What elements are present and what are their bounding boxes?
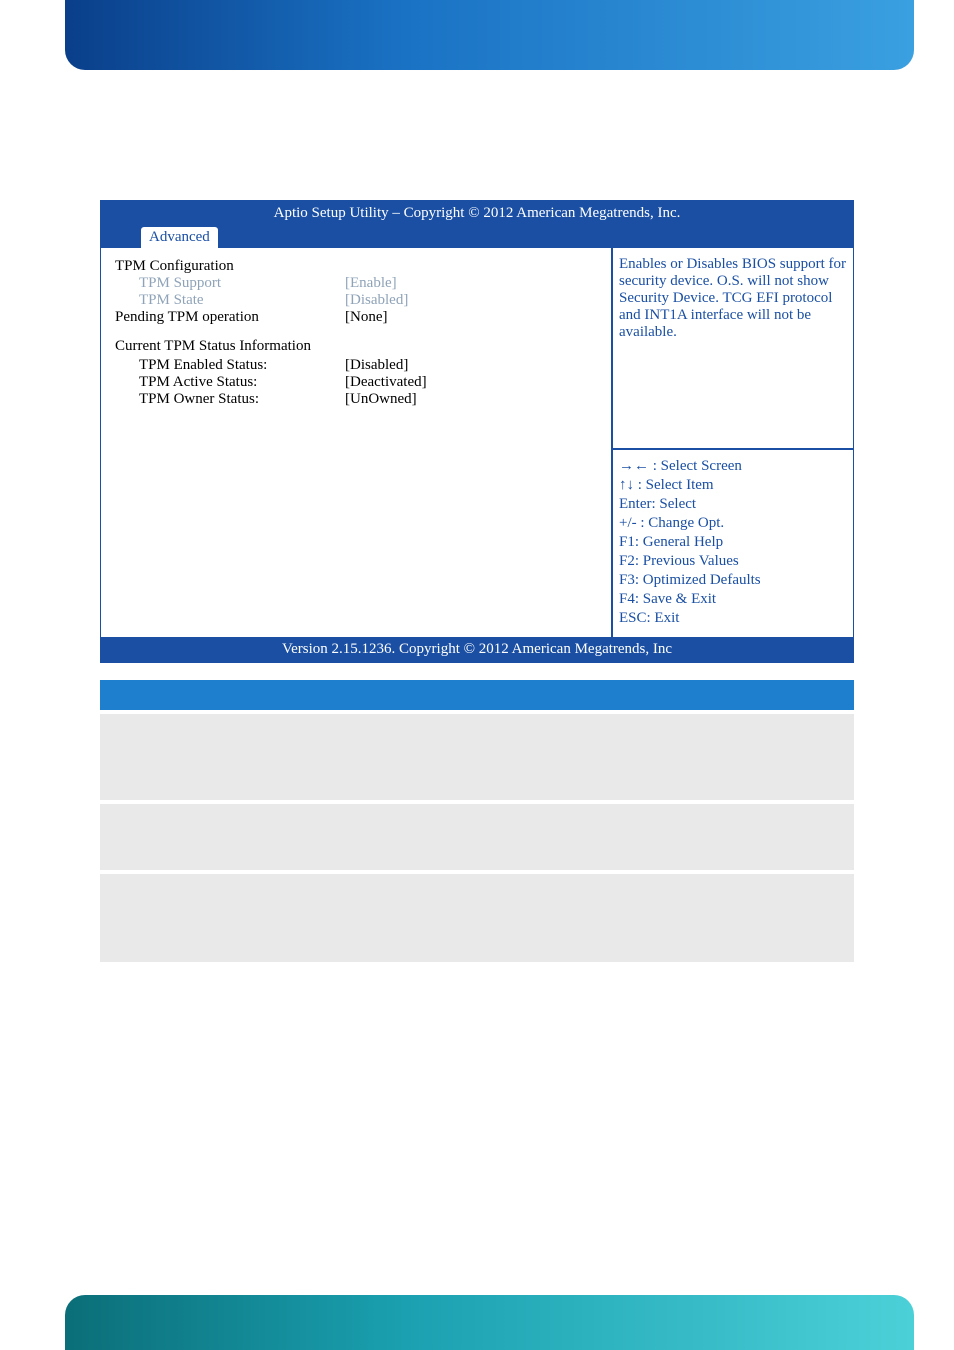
status-value: [Disabled] xyxy=(345,357,408,374)
setting-label: TPM State xyxy=(115,292,345,309)
key-f2: F2: Previous Values xyxy=(619,553,847,570)
status-value: [Deactivated] xyxy=(345,374,427,391)
table-header xyxy=(100,680,280,712)
bios-key-legend: →← : Select Screen ↑↓ : Select Item Ente… xyxy=(613,448,853,637)
bios-window: Aptio Setup Utility – Copyright © 2012 A… xyxy=(100,200,854,663)
key-select-item: ↑↓ : Select Item xyxy=(619,477,847,494)
setting-tpm-support[interactable]: TPM Support [Enable] xyxy=(115,275,605,292)
bios-settings-panel: TPM Configuration TPM Support [Enable] T… xyxy=(101,248,613,637)
bios-footer: Version 2.15.1236. Copyright © 2012 Amer… xyxy=(101,637,853,662)
table-cell xyxy=(280,712,470,802)
status-label: TPM Enabled Status: xyxy=(115,357,345,374)
table-cell xyxy=(470,802,854,872)
setting-value: [Enable] xyxy=(345,275,397,292)
table-row xyxy=(100,712,854,802)
key-f1: F1: General Help xyxy=(619,534,847,551)
bios-titlebar: Aptio Setup Utility – Copyright © 2012 A… xyxy=(101,201,853,224)
bottom-banner xyxy=(65,1295,914,1350)
key-enter: Enter: Select xyxy=(619,496,847,513)
tab-advanced[interactable]: Advanced xyxy=(141,227,218,248)
status-tpm-enabled: TPM Enabled Status: [Disabled] xyxy=(115,357,605,374)
key-f3: F3: Optimized Defaults xyxy=(619,572,847,589)
table-cell xyxy=(280,802,470,872)
top-banner xyxy=(65,0,914,70)
setting-value: [Disabled] xyxy=(345,292,408,309)
status-label: TPM Owner Status: xyxy=(115,391,345,408)
setting-label: Pending TPM operation xyxy=(115,309,345,326)
table-header xyxy=(280,680,470,712)
table-cell xyxy=(470,872,854,962)
setting-tpm-state[interactable]: TPM State [Disabled] xyxy=(115,292,605,309)
setting-value: [None] xyxy=(345,309,387,326)
bios-help-panel: Enables or Disables BIOS support for sec… xyxy=(613,248,853,448)
table-cell xyxy=(100,712,280,802)
setting-label: TPM Support xyxy=(115,275,345,292)
table-row xyxy=(100,872,854,962)
table-cell xyxy=(100,872,280,962)
table-cell xyxy=(280,872,470,962)
table-header xyxy=(470,680,854,712)
info-table xyxy=(100,680,854,962)
section-status-title: Current TPM Status Information xyxy=(115,338,605,355)
status-tpm-owner: TPM Owner Status: [UnOwned] xyxy=(115,391,605,408)
section-tpm-config-title: TPM Configuration xyxy=(115,258,605,275)
status-tpm-active: TPM Active Status: [Deactivated] xyxy=(115,374,605,391)
table-header-row xyxy=(100,680,854,712)
setting-pending-tpm-operation[interactable]: Pending TPM operation [None] xyxy=(115,309,605,326)
key-f4: F4: Save & Exit xyxy=(619,591,847,608)
key-select-screen: →← : Select Screen xyxy=(619,458,847,475)
table-cell xyxy=(470,712,854,802)
key-esc: ESC: Exit xyxy=(619,610,847,627)
table-cell xyxy=(100,802,280,872)
status-value: [UnOwned] xyxy=(345,391,417,408)
status-label: TPM Active Status: xyxy=(115,374,345,391)
table-row xyxy=(100,802,854,872)
key-change-opt: +/- : Change Opt. xyxy=(619,515,847,532)
bios-tab-row: Advanced xyxy=(101,224,853,248)
